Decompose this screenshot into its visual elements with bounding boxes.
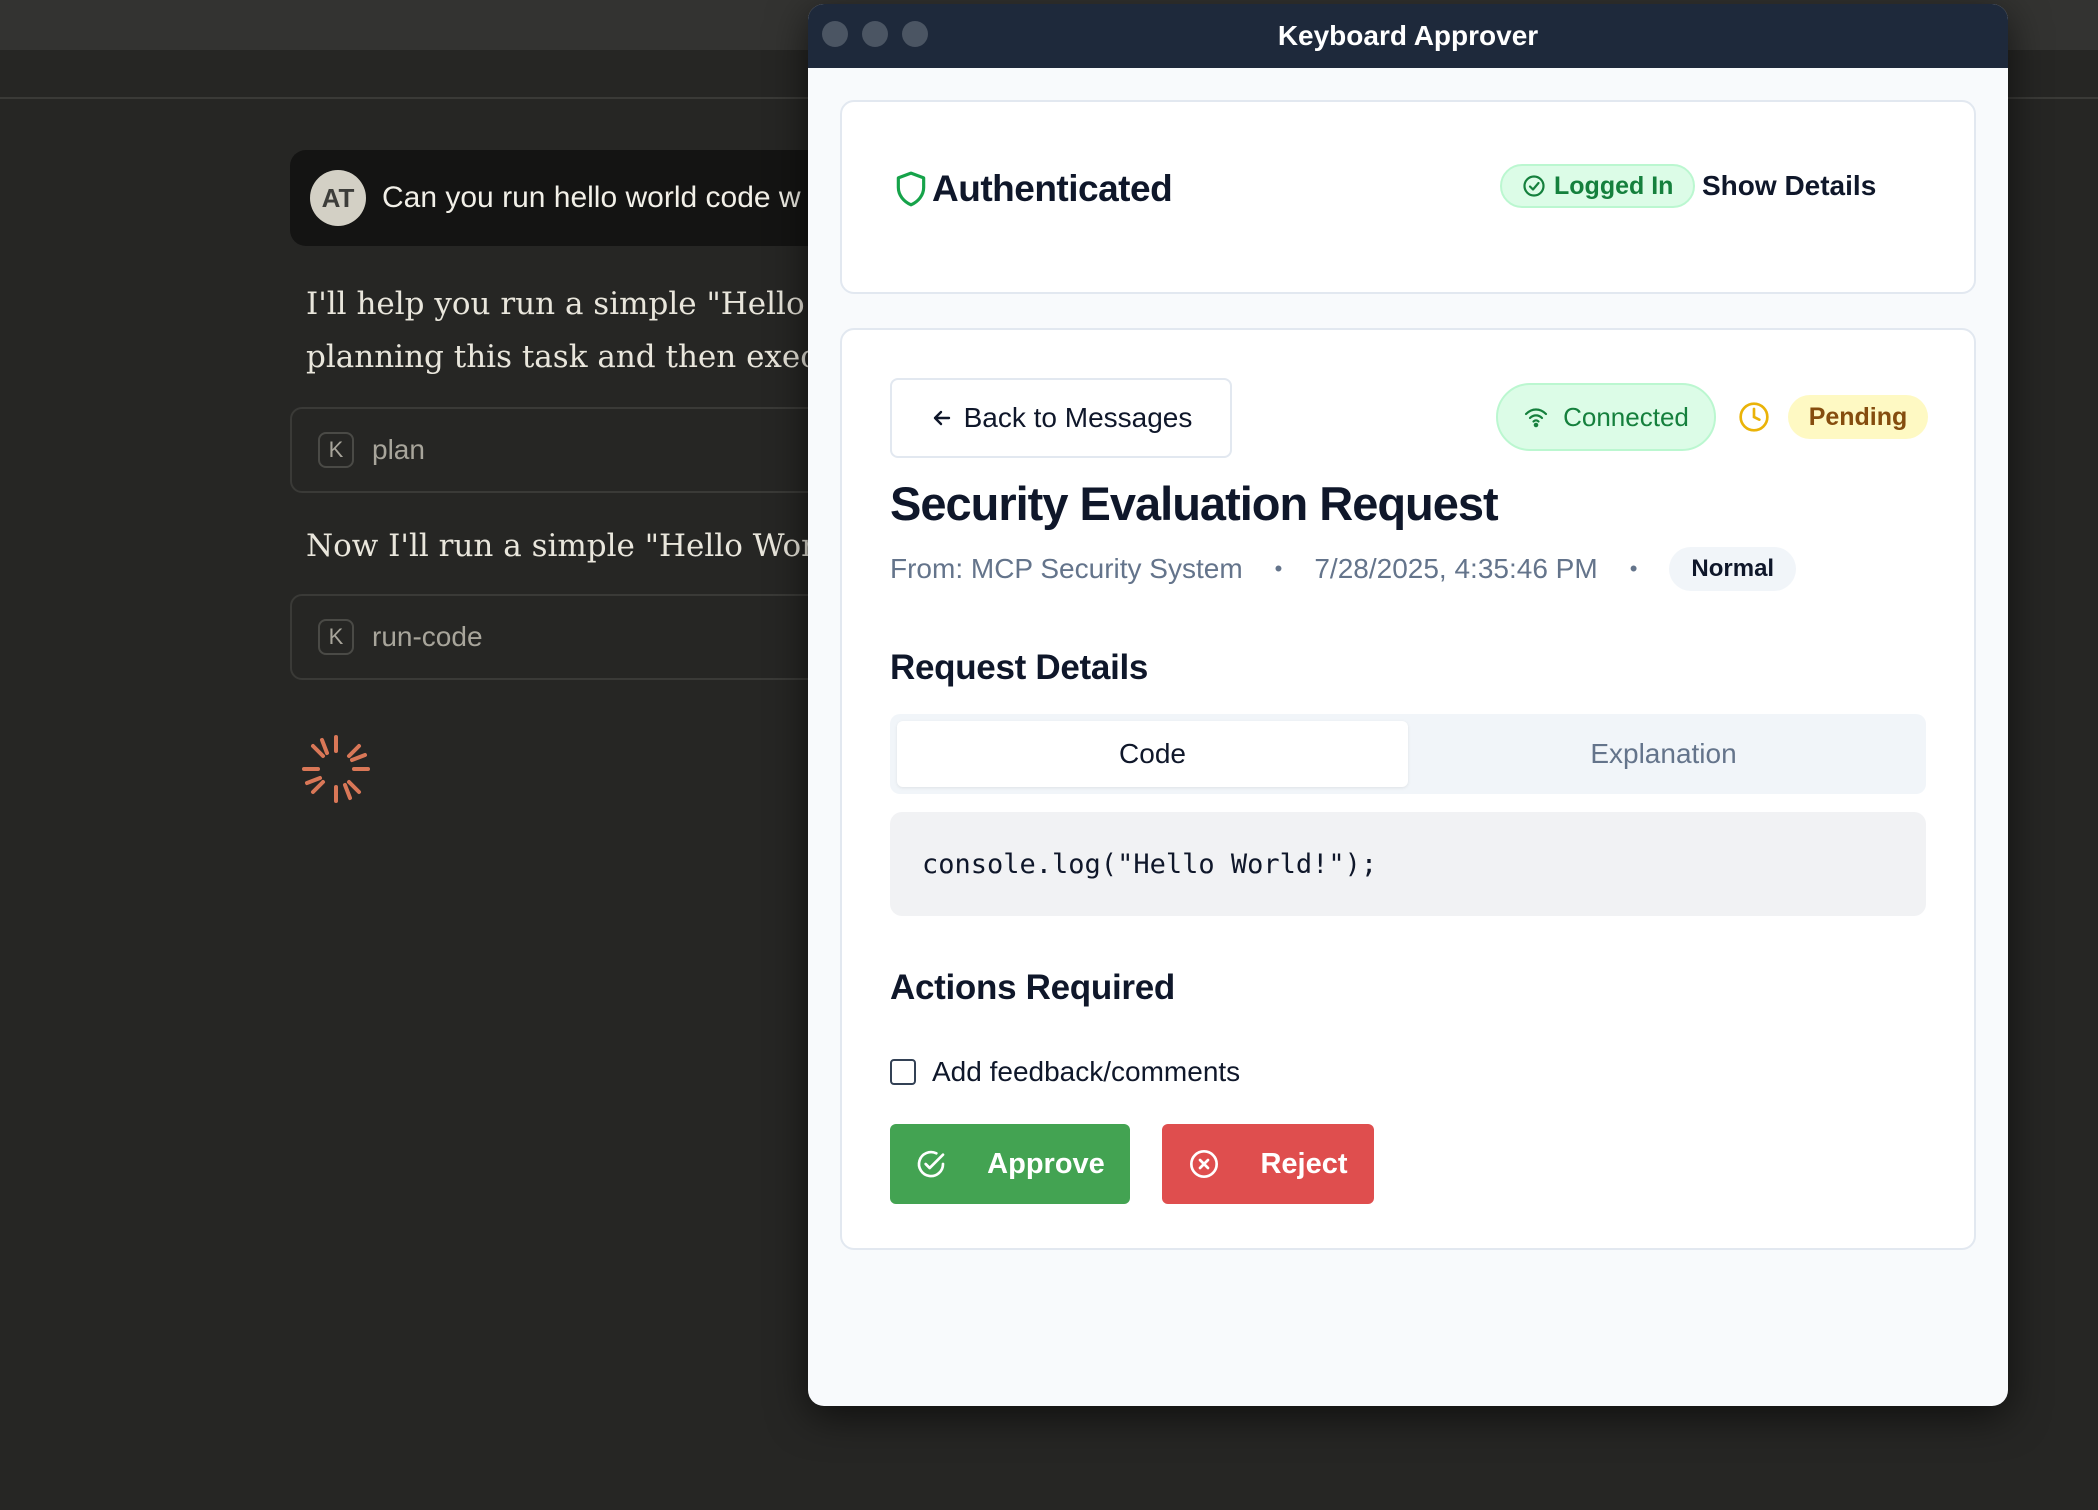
assistant-message-1: I'll help you run a simple "Hello Wo pla… (306, 278, 826, 384)
user-avatar[interactable]: AT (310, 170, 366, 226)
tool-call-plan[interactable]: K plan (290, 407, 850, 493)
assistant-message-1-line-2: planning this task and then execut (306, 339, 826, 375)
maximize-window-button[interactable] (902, 21, 928, 47)
window-controls (822, 21, 928, 47)
tool-call-run-code[interactable]: K run-code (290, 594, 850, 680)
back-to-messages-button[interactable]: Back to Messages (890, 378, 1232, 458)
reject-label: Reject (1260, 1147, 1348, 1180)
wifi-icon (1525, 408, 1548, 428)
arrow-left-icon (933, 410, 950, 426)
request-meta: From: MCP Security System • 7/28/2025, 4… (890, 546, 1797, 592)
logged-in-label: Logged In (1554, 171, 1674, 200)
show-details-button[interactable]: Show Details (1702, 166, 1876, 206)
feedback-toggle[interactable]: Add feedback/comments (890, 1056, 1240, 1088)
minimize-window-button[interactable] (862, 21, 888, 47)
priority-badge: Normal (1669, 547, 1797, 591)
window-title: Keyboard Approver (1277, 20, 1539, 51)
request-timestamp: 7/28/2025, 4:35:46 PM (1314, 553, 1598, 584)
reject-button[interactable]: Reject (1162, 1124, 1374, 1204)
window-titlebar[interactable]: Keyboard Approver (808, 4, 2008, 68)
request-card: Back to Messages Connected Pending Secur… (840, 328, 1976, 1250)
request-title: Security Evaluation Request (890, 477, 1499, 530)
tool-key-badge: K (318, 432, 354, 468)
meta-separator: • (1274, 556, 1283, 581)
shield-icon (896, 171, 926, 207)
tool-label: run-code (372, 621, 483, 652)
pending-status-badge: Pending (1788, 395, 1928, 439)
connection-status-label: Connected (1563, 401, 1689, 432)
details-tabs: Code Explanation (890, 714, 1926, 794)
tool-label: plan (372, 434, 425, 465)
code-block: console.log("Hello World!"); (890, 812, 1926, 916)
actions-required-heading: Actions Required (890, 968, 1175, 1007)
auth-card: Authenticated Logged In Show Details (840, 100, 1976, 294)
logged-in-badge: Logged In (1500, 164, 1696, 208)
check-circle-icon (917, 1150, 945, 1178)
back-label: Back to Messages (963, 402, 1193, 433)
feedback-label: Add feedback/comments (932, 1056, 1241, 1087)
approve-button[interactable]: Approve (890, 1124, 1130, 1204)
feedback-checkbox[interactable] (890, 1059, 916, 1085)
auth-title: Authenticated (932, 168, 1173, 209)
assistant-message-1-line-1: I'll help you run a simple "Hello Wo (306, 286, 826, 322)
request-sender: From: MCP Security System (890, 553, 1243, 584)
x-circle-icon (1190, 1150, 1219, 1178)
tab-code[interactable]: Code (897, 721, 1408, 787)
user-message: AT Can you run hello world code w (290, 150, 890, 246)
connection-status-badge: Connected (1496, 383, 1716, 451)
loading-spinner-icon (302, 735, 370, 803)
tab-explanation[interactable]: Explanation (1408, 721, 1919, 787)
tool-key-badge: K (318, 619, 354, 655)
clock-icon (1739, 402, 1769, 432)
assistant-message-2: Now I'll run a simple "Hello World" (306, 528, 826, 564)
meta-separator: • (1629, 556, 1638, 581)
auth-status: Authenticated (892, 168, 1173, 210)
close-window-button[interactable] (822, 21, 848, 47)
request-details-heading: Request Details (890, 648, 1149, 687)
approve-label: Approve (987, 1147, 1105, 1180)
user-message-text: Can you run hello world code w (382, 181, 801, 214)
check-circle-icon (1523, 175, 1545, 197)
approver-window: Keyboard Approver Authenticated Logged I… (808, 4, 2008, 1406)
